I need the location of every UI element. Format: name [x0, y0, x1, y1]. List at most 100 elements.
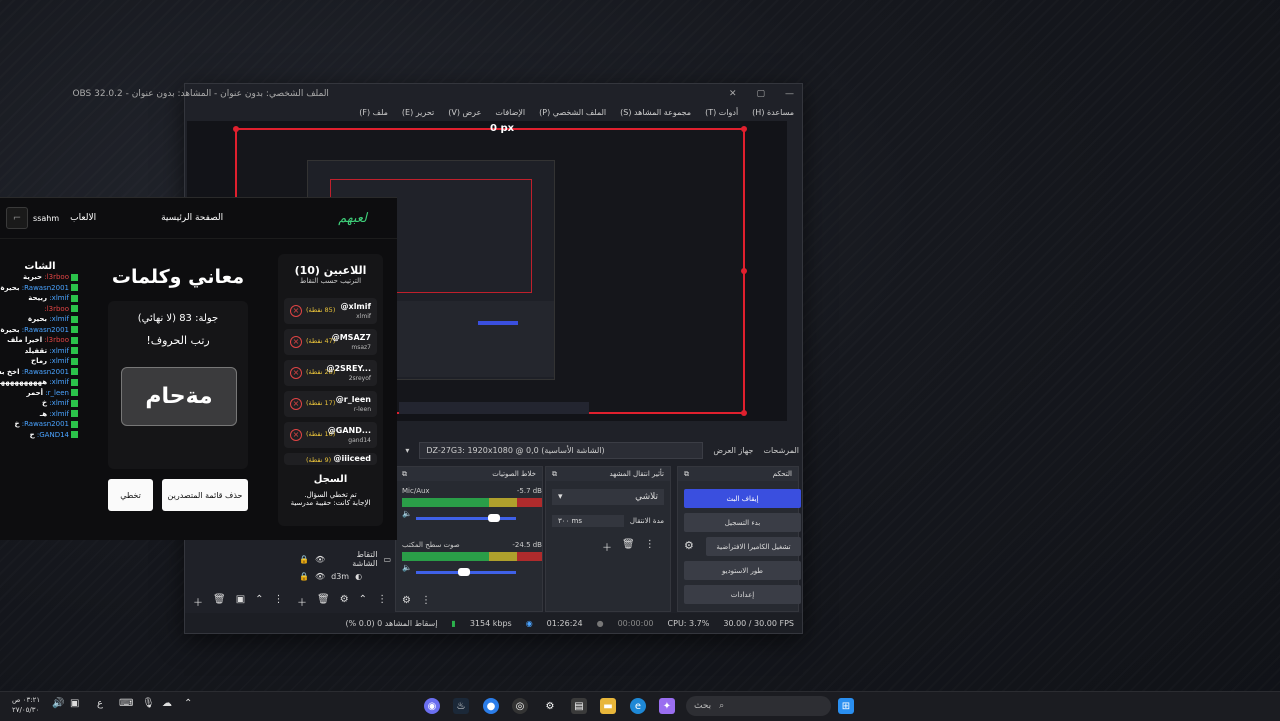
lock-icon[interactable]: 🔒 [299, 555, 309, 564]
source-item[interactable]: ◐ d3m 👁 🔒 [299, 572, 362, 581]
menu-view[interactable]: عرض (V) [448, 108, 481, 117]
chevron-down-icon[interactable]: ▾ [405, 446, 409, 455]
menu-file[interactable]: ملف (F) [359, 108, 388, 117]
volume-icon[interactable]: 🔊 [52, 698, 64, 709]
more-icon[interactable]: ⋮ [274, 594, 284, 609]
chat-user: xlmif: [49, 378, 69, 386]
signal-icon: ▮ [451, 618, 456, 628]
trash-icon[interactable]: 🗑 [213, 594, 226, 609]
mic-volume-slider[interactable] [415, 514, 516, 522]
chat-user: r_leen: [45, 388, 69, 397]
obs-icon[interactable]: ◎ [512, 698, 528, 714]
player-row: (9 نقطة) @iiiceed [284, 453, 377, 465]
menu-edit[interactable]: تحرير (E) [402, 108, 434, 117]
filter-icon[interactable]: ▣ [236, 594, 245, 609]
copilot-icon[interactable]: ✦ [659, 698, 675, 714]
resize-handle[interactable] [233, 126, 239, 132]
mixer-title: خلاط الصوتيات [492, 470, 536, 478]
duration-input[interactable]: ٣٠٠ ms [552, 515, 624, 527]
gear-icon[interactable]: ⚙ [340, 594, 349, 609]
clock[interactable]: ٠٣:٢١ ص ٢٧/٠٥/٣٠ [12, 695, 40, 715]
window-controls: ✕ ▢ — [729, 89, 794, 99]
settings-gear-icon[interactable]: ⚙ [542, 698, 558, 714]
chevron-up-icon[interactable]: ⌃ [359, 594, 367, 609]
chevron-up-icon[interactable]: ⌃ [255, 594, 263, 609]
more-icon[interactable]: ⋮ [377, 594, 387, 609]
transition-select[interactable]: تلاشي ▾ [552, 489, 664, 505]
store-icon[interactable]: ▤ [571, 698, 587, 714]
more-icon[interactable]: ⋮ [421, 595, 431, 606]
resize-handle[interactable] [741, 410, 747, 416]
microphone-icon[interactable]: 🎙 [142, 698, 155, 709]
network-icon[interactable]: ▣ [70, 698, 79, 709]
search-box[interactable]: ⌕ بحث [686, 696, 831, 716]
edge-icon[interactable]: e [630, 698, 646, 714]
kick-icon[interactable]: × [290, 367, 302, 379]
bitrate: 3154 kbps [469, 618, 512, 628]
eye-icon[interactable]: 👁 [315, 555, 325, 564]
more-icon[interactable]: ⋮ [645, 539, 655, 554]
source-item[interactable]: ▭ التقاط الشاشة 👁 🔒 [299, 550, 391, 568]
kick-icon[interactable]: × [290, 305, 302, 317]
nav-home[interactable]: الصفحة الرئيسية [161, 213, 223, 223]
studio-mode-button[interactable]: طور الاستوديو [684, 561, 801, 580]
kick-icon[interactable]: × [290, 429, 302, 441]
start-recording-button[interactable]: بدء التسجيل [684, 513, 801, 532]
menu-tools[interactable]: أدوات (T) [705, 108, 738, 117]
chevron-up-icon[interactable]: ⌃ [184, 698, 192, 709]
menu-help[interactable]: مساعدة (H) [752, 108, 794, 117]
cloud-icon[interactable]: ☁ [162, 698, 172, 709]
lock-icon[interactable]: 🔒 [299, 572, 309, 581]
stop-stream-button[interactable]: إيقاف البث [684, 489, 801, 508]
menu-profile[interactable]: الملف الشخصي (P) [539, 108, 606, 117]
trash-icon[interactable]: 🗑 [622, 539, 635, 554]
nav-games[interactable]: الالعاب [70, 213, 96, 223]
close-icon[interactable]: ✕ [729, 89, 737, 99]
avatar[interactable]: ⌐ [6, 207, 29, 229]
resize-handle[interactable] [741, 126, 747, 132]
remove-leaderboard-button[interactable]: حذف قائمة المتصدرين [162, 479, 248, 511]
username[interactable]: ssahm [33, 214, 59, 223]
eye-icon[interactable]: 👁 [315, 572, 325, 581]
menu-plugins[interactable]: الإضافات [495, 108, 525, 117]
kick-icon[interactable]: × [290, 336, 302, 348]
resize-handle[interactable] [741, 268, 747, 274]
desktop-volume-slider[interactable] [415, 568, 516, 576]
player-name: @r_leen [335, 395, 371, 404]
chrome-icon[interactable]: ● [483, 698, 499, 714]
virtual-camera-button[interactable]: تشغيل الكاميرا الافتراضية [706, 537, 801, 556]
settings-button[interactable]: إعدادات [684, 585, 801, 604]
add-icon[interactable]: ＋ [297, 594, 307, 609]
add-icon[interactable]: ＋ [193, 594, 203, 609]
speaker-icon[interactable]: 🔈 [402, 563, 412, 572]
site-logo[interactable]: لعبهم [338, 211, 367, 226]
player-name: @2SREY... [326, 364, 371, 373]
player-name: @iiiceed [333, 454, 371, 463]
speaker-icon[interactable]: 🔈 [402, 509, 412, 518]
dropped-frames: إسقاط المشاهد 0 (0.0 %) [345, 618, 438, 628]
folder-icon[interactable]: ▬ [600, 698, 616, 714]
gear-icon[interactable]: ⚙ [684, 539, 694, 552]
language-indicator[interactable]: ع [97, 698, 103, 709]
trash-icon[interactable]: 🗑 [317, 594, 330, 609]
discord-icon[interactable]: ◉ [424, 698, 440, 714]
windows-start-icon[interactable]: ⊞ [838, 698, 854, 714]
chat-user: l3rboo: [44, 304, 69, 313]
menu-scene-collection[interactable]: مجموعة المشاهد (S) [620, 108, 691, 117]
dock-popout-icon[interactable]: ⧉ [684, 470, 689, 479]
filters-button[interactable]: المرشحات [763, 446, 799, 455]
steam-icon[interactable]: ♨ [453, 698, 469, 714]
skip-button[interactable]: تخطي [108, 479, 153, 511]
dock-popout-icon[interactable]: ⧉ [552, 470, 557, 479]
add-icon[interactable]: ＋ [602, 539, 612, 554]
chat-message: l3rboo: [0, 304, 80, 315]
kick-icon[interactable]: × [290, 398, 302, 410]
keyboard-icon[interactable]: ⌨ [119, 698, 133, 709]
maximize-icon[interactable]: ▢ [756, 89, 765, 99]
chat-text: ح [29, 430, 35, 439]
chat-text: حبرية [22, 273, 43, 281]
minimize-icon[interactable]: — [785, 89, 794, 99]
display-select[interactable]: DZ-27G3: 1920x1080 @ 0,0 (الشاشة الأساسي… [419, 441, 704, 459]
dock-popout-icon[interactable]: ⧉ [402, 470, 407, 479]
gear-icon[interactable]: ⚙ [402, 595, 411, 606]
